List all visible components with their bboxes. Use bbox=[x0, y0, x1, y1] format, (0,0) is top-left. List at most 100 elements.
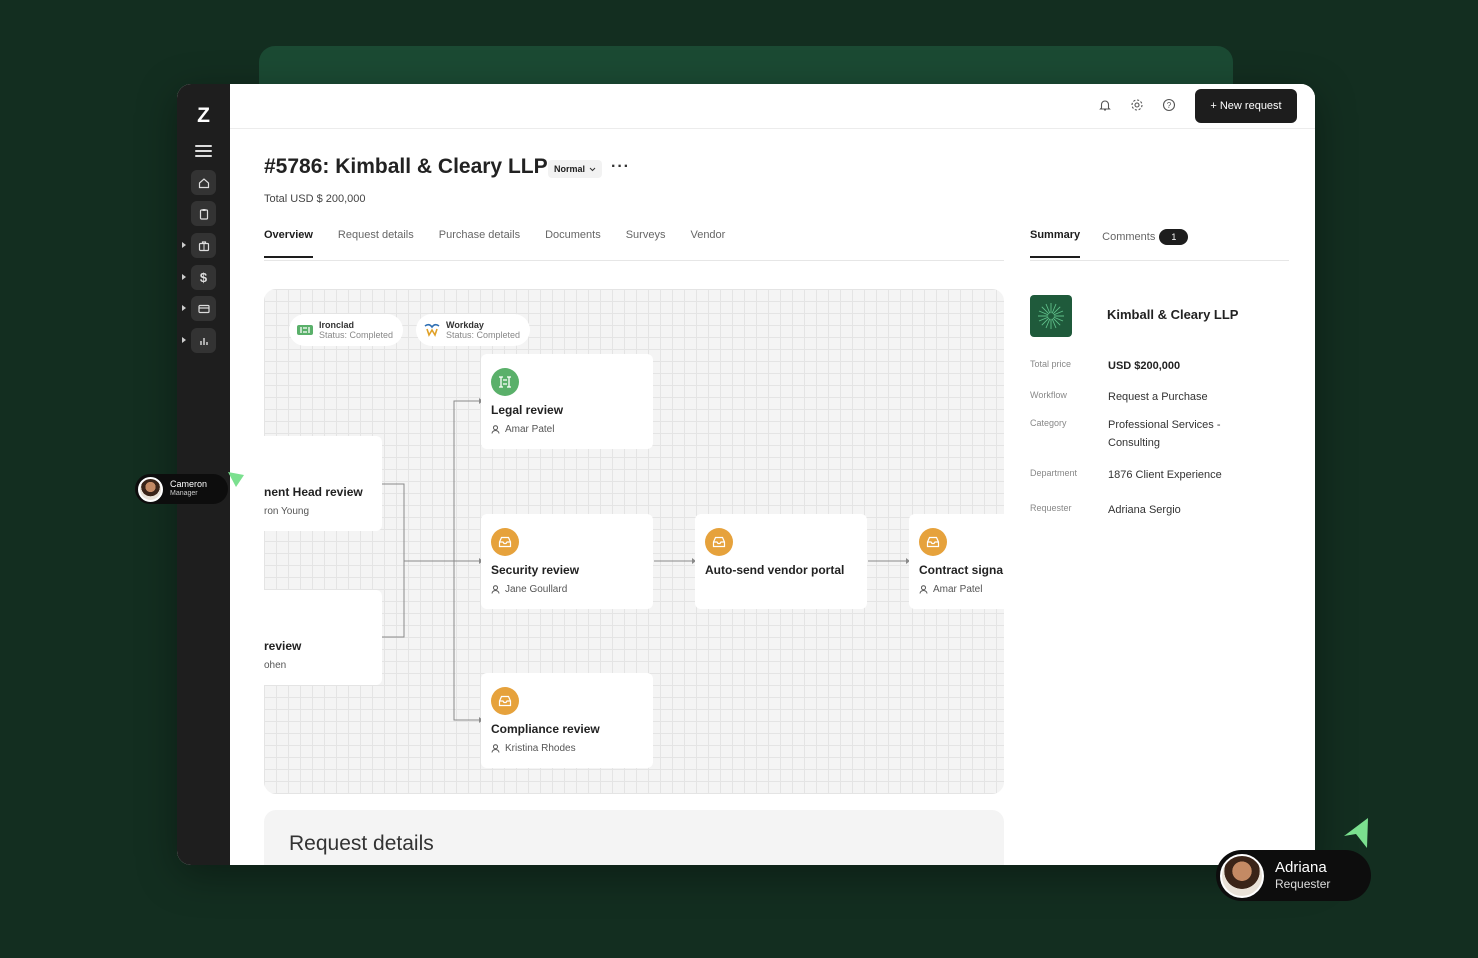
expand-caret-icon[interactable] bbox=[182, 242, 186, 248]
app-logo[interactable]: Z bbox=[177, 104, 230, 128]
collaborator-name: Adriana bbox=[1275, 858, 1327, 876]
person-icon bbox=[491, 744, 500, 753]
node-title: Auto-send vendor portal bbox=[705, 563, 845, 577]
page-title: #5786: Kimball & Cleary LLP bbox=[264, 155, 548, 178]
tab-comments[interactable]: Comments 1 bbox=[1102, 229, 1189, 260]
total-amount: Total USD $ 200,000 bbox=[264, 193, 366, 205]
workflow-node-contract-signature[interactable]: Contract signa Amar Patel bbox=[909, 514, 1004, 609]
divider bbox=[1030, 260, 1289, 261]
tab-purchase-details[interactable]: Purchase details bbox=[439, 229, 520, 258]
integration-chip-ironclad[interactable]: Ironclad Status: Completed bbox=[289, 314, 404, 346]
node-assignee: ohen bbox=[264, 660, 287, 671]
expand-caret-icon[interactable] bbox=[182, 337, 186, 343]
cursor-pointer-icon bbox=[228, 472, 244, 487]
tab-summary[interactable]: Summary bbox=[1030, 229, 1081, 258]
tab-documents[interactable]: Documents bbox=[545, 229, 601, 258]
workflow-node-legal-review[interactable]: Legal review Amar Patel bbox=[481, 354, 653, 449]
inbox-icon bbox=[705, 528, 733, 556]
node-assignee: Amar Patel bbox=[919, 584, 982, 595]
node-assignee: Amar Patel bbox=[491, 424, 554, 435]
integration-status: Status: Completed bbox=[446, 330, 521, 340]
chart-icon[interactable] bbox=[191, 328, 216, 353]
summary-key: Category bbox=[1030, 418, 1067, 428]
node-assignee: Jane Goullard bbox=[491, 584, 567, 595]
node-title: Contract signa bbox=[919, 563, 1004, 577]
section-heading: Request details bbox=[289, 832, 434, 855]
assignee-name: Amar Patel bbox=[933, 584, 983, 595]
avatar bbox=[138, 476, 163, 502]
avatar bbox=[1220, 853, 1264, 898]
node-title: review bbox=[264, 639, 302, 653]
inbox-icon bbox=[491, 528, 519, 556]
help-icon[interactable]: ? bbox=[1162, 98, 1178, 114]
top-bar: ? + New request bbox=[230, 84, 1315, 129]
vendor-name: Kimball & Cleary LLP bbox=[1107, 307, 1239, 322]
summary-key: Department bbox=[1030, 468, 1078, 478]
tab-comments-label: Comments bbox=[1102, 230, 1156, 243]
clipboard-icon[interactable] bbox=[191, 201, 216, 226]
workflow-node-auto-send-vendor-portal[interactable]: Auto-send vendor portal bbox=[695, 514, 867, 609]
divider bbox=[264, 260, 1004, 261]
priority-dropdown[interactable]: Normal bbox=[548, 160, 603, 178]
tab-surveys[interactable]: Surveys bbox=[626, 229, 666, 258]
comments-count-badge: 1 bbox=[1159, 229, 1189, 245]
inbox-icon bbox=[919, 528, 947, 556]
collaborator-role: Manager bbox=[170, 490, 198, 497]
workday-logo-icon bbox=[424, 323, 440, 337]
workflow-node-compliance-review[interactable]: Compliance review Kristina Rhodes bbox=[481, 673, 653, 768]
tab-overview[interactable]: Overview bbox=[264, 229, 313, 258]
expand-caret-icon[interactable] bbox=[182, 305, 186, 311]
integration-status: Status: Completed bbox=[319, 330, 394, 340]
menu-icon[interactable] bbox=[195, 145, 212, 157]
app-window: Z $ ? + New request #5786: Kimball & Cle… bbox=[177, 84, 1315, 865]
person-icon bbox=[491, 425, 500, 434]
summary-value: Professional Services - Consulting bbox=[1108, 419, 1221, 449]
collaborator-role: Requester bbox=[1275, 876, 1331, 891]
node-title: Security review bbox=[491, 563, 580, 577]
collaborator-tag-adriana: Adriana Requester bbox=[1216, 850, 1371, 901]
collaborator-tag-cameron: Cameron Manager bbox=[135, 474, 228, 504]
person-icon bbox=[919, 585, 928, 594]
collaborator-name: Cameron bbox=[170, 479, 208, 489]
more-options-icon[interactable]: ··· bbox=[611, 158, 630, 176]
inbox-icon bbox=[491, 687, 519, 715]
side-tab-bar: Summary Comments 1 bbox=[1030, 229, 1189, 260]
bell-icon[interactable] bbox=[1098, 98, 1114, 114]
workflow-node-review[interactable]: review ohen bbox=[264, 590, 382, 685]
svg-text:?: ? bbox=[1167, 101, 1172, 110]
new-request-button[interactable]: + New request bbox=[1195, 89, 1297, 123]
home-icon[interactable] bbox=[191, 170, 216, 195]
node-title: nent Head review bbox=[264, 485, 363, 499]
node-title: Legal review bbox=[491, 403, 564, 417]
tab-bar: Overview Request details Purchase detail… bbox=[264, 229, 725, 258]
briefcase-icon[interactable] bbox=[191, 233, 216, 258]
workflow-canvas[interactable]: Ironclad Status: Completed Workday Statu… bbox=[264, 289, 1004, 794]
summary-key: Requester bbox=[1030, 503, 1072, 513]
summary-key: Total price bbox=[1030, 359, 1072, 369]
gear-icon[interactable] bbox=[1130, 98, 1146, 114]
summary-value: 1876 Client Experience bbox=[1108, 469, 1222, 481]
card-icon[interactable] bbox=[191, 296, 216, 321]
tab-vendor[interactable]: Vendor bbox=[690, 229, 725, 258]
integration-name: Ironclad bbox=[319, 320, 355, 330]
summary-value: USD $200,000 bbox=[1108, 360, 1181, 372]
summary-value: Request a Purchase bbox=[1108, 391, 1208, 403]
priority-label: Normal bbox=[554, 164, 586, 174]
expand-caret-icon[interactable] bbox=[182, 274, 186, 280]
node-title: Compliance review bbox=[491, 722, 600, 736]
cursor-pointer-icon bbox=[1344, 818, 1368, 848]
summary-value: Adriana Sergio bbox=[1108, 504, 1181, 516]
node-assignee: Kristina Rhodes bbox=[491, 743, 576, 754]
workflow-node-security-review[interactable]: Security review Jane Goullard bbox=[481, 514, 653, 609]
node-assignee: ron Young bbox=[264, 506, 310, 517]
vendor-logo bbox=[1030, 295, 1072, 337]
tab-request-details[interactable]: Request details bbox=[338, 229, 414, 258]
workflow-node-dept-head-review[interactable]: nent Head review ron Young bbox=[264, 436, 382, 531]
assignee-name: Kristina Rhodes bbox=[505, 743, 576, 754]
ironclad-logo-icon bbox=[297, 325, 313, 335]
main-content: ? + New request #5786: Kimball & Cleary … bbox=[230, 84, 1315, 865]
legal-icon bbox=[491, 368, 519, 396]
dollar-icon[interactable]: $ bbox=[191, 265, 216, 290]
assignee-name: Jane Goullard bbox=[505, 584, 568, 595]
integration-chip-workday[interactable]: Workday Status: Completed bbox=[416, 314, 531, 346]
